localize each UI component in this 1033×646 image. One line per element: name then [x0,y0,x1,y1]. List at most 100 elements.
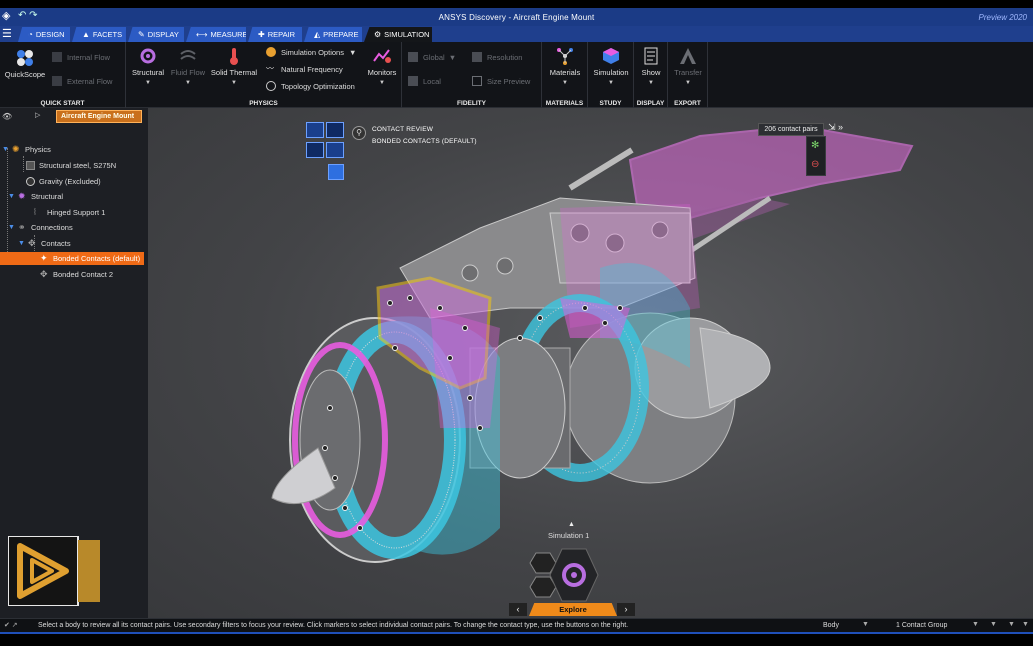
tree-item-material[interactable]: Structural steel, S275N [26,159,116,172]
tree-item-structural[interactable]: ▼ ✹ Structural [8,190,63,203]
external-flow-button[interactable]: External Flow [52,76,112,86]
simulation-options-button[interactable]: Simulation Options ▼ [266,47,356,57]
select-pair-tool-icon[interactable] [326,122,344,138]
simulation-study-button[interactable]: Simulation ▼ [590,46,632,86]
hud-dial[interactable] [528,545,628,605]
status-message: Select a body to review all its contact … [38,622,629,629]
show-button[interactable]: Show ▼ [636,46,666,86]
status-option-3-icon[interactable]: ▼ [1022,621,1029,628]
select-body-tool-icon[interactable] [306,122,324,138]
status-tools-icon[interactable]: ✔ ↗ [4,621,18,629]
tab-repair[interactable]: ✚ Repair [248,27,302,42]
collapse-icon[interactable]: ▼ [8,224,16,231]
size-preview-button[interactable]: Size Preview [472,76,530,86]
structural-button[interactable]: Structural ▼ [128,46,168,86]
expand-arrows-icon[interactable]: ⇲ » [828,122,843,133]
tree-connector [7,148,8,264]
gravity-icon [26,177,35,186]
tab-design[interactable]: ◔ Design [18,27,70,42]
transfer-dropdown-icon[interactable]: ▼ [670,80,706,86]
visibility-eye-icon[interactable]: 👁 [2,112,12,121]
natural-frequency-button[interactable]: 〰 Natural Frequency [266,64,343,74]
contact-group-count[interactable]: 1 Contact Group [896,622,947,629]
collapse-icon[interactable]: ▼ [8,193,16,200]
structural-dropdown-icon[interactable]: ▼ [128,80,168,86]
tab-simulation[interactable]: ⚙ Simulation [364,27,432,42]
group-label-display: Display [636,100,665,107]
bonded-contact-icon: ✦ [40,253,48,263]
window-title: ANSYS Discovery - Aircraft Engine Mount [438,12,595,22]
ribbon: QuickScope Internal Flow External Flow Q… [0,42,1033,108]
tab-display[interactable]: ✎ Display [128,27,184,42]
tree-expand-icon[interactable]: ▷ [35,111,40,119]
tab-measure[interactable]: ⟷ Measure [186,27,246,42]
selection-filter[interactable]: Body [823,622,839,629]
group-dropdown-icon[interactable]: ▼ [972,621,979,628]
filter-tool-icon[interactable] [306,142,324,158]
engine-mount-model[interactable] [148,108,1033,618]
study-dropdown-icon[interactable]: ▼ [590,80,632,86]
tree-item-bonded-contacts-default[interactable]: ✦ Bonded Contacts (default) [0,252,144,265]
monitors-dropdown-icon[interactable]: ▼ [364,80,400,86]
monitors-button[interactable]: Monitors ▼ [364,46,400,86]
show-dropdown-icon[interactable]: ▼ [636,80,666,86]
contact-color-icon[interactable] [328,164,344,180]
repair-icon: ✚ [258,30,265,39]
transfer-button[interactable]: Transfer ▼ [670,46,706,86]
materials-dropdown-icon[interactable]: ▼ [544,80,586,86]
group-materials: Materials ▼ Materials [542,42,588,108]
local-fidelity-button[interactable]: Local [408,76,441,86]
contact-review-label[interactable]: Contact Review [372,126,433,133]
menu-icon[interactable]: ☰ [2,27,12,40]
simulation-options-dropdown-icon[interactable]: ▼ [349,48,356,57]
materials-button[interactable]: Materials ▼ [544,46,586,86]
collapse-icon[interactable]: ▼ [2,146,10,153]
structural-gear-center [571,572,577,578]
tree-item-gravity[interactable]: Gravity (Excluded) [26,175,101,188]
show-icon [644,47,658,65]
global-dropdown-icon[interactable]: ▼ [449,53,456,62]
bonded-type-icon[interactable]: ✻ [811,140,819,151]
collapse-icon[interactable]: ▼ [18,240,26,247]
internal-flow-icon [52,52,62,62]
monitors-icon [373,49,391,63]
explore-button[interactable]: Explore [529,603,617,616]
explore-bar: ‹ Explore › [507,603,639,616]
tree-root[interactable]: Aircraft Engine Mount [56,110,142,123]
topology-optimization-icon [266,81,276,91]
tree-item-hinged-support[interactable]: ⦚ Hinged Support 1 [34,206,105,219]
tab-prepare[interactable]: ◭ Prepare [304,27,362,42]
internal-flow-button[interactable]: Internal Flow [52,52,110,62]
solid-thermal-button[interactable]: Solid Thermal ▼ [208,46,260,86]
tree-item-connections[interactable]: ▼ ⚭ Connections [8,221,73,234]
group-fidelity: Global ▼ Local Resolution Size Preview Fi… [402,42,542,108]
fluid-flow-dropdown-icon[interactable]: ▼ [168,80,208,86]
explore-prev-icon[interactable]: ‹ [509,603,527,616]
tree-item-bonded-contact-2[interactable]: ✥ Bonded Contact 2 [40,268,113,281]
global-fidelity-button[interactable]: Global ▼ [408,52,456,62]
separation-type-icon[interactable]: ⊖ [811,159,819,170]
fluid-flow-button[interactable]: Fluid Flow ▼ [168,46,208,86]
group-study: Simulation ▼ Study [588,42,634,108]
solid-thermal-dropdown-icon[interactable]: ▼ [208,80,260,86]
pick-tool-icon[interactable] [326,142,344,158]
tree-item-physics[interactable]: ▼ ✺ Physics [2,143,51,156]
hud-expand-icon[interactable]: ▲ [568,521,575,528]
quickscope-button[interactable]: QuickScope [4,48,46,79]
status-option-1-icon[interactable]: ▼ [990,621,997,628]
simulation-cube-icon [603,48,619,64]
status-option-2-icon[interactable]: ▼ [1008,621,1015,628]
group-label-materials: Materials [545,100,584,107]
topology-optimization-button[interactable]: Topology Optimization [266,81,355,91]
support-icon: ⦚ [34,207,36,217]
bonded-contacts-label[interactable]: Bonded Contacts (default) [372,138,477,145]
application-window: ◈ ↶ ↷ ANSYS Discovery - Aircraft Engine … [0,8,1033,634]
3d-viewport[interactable] [148,108,1033,618]
contact-side-toolbar: ✻ ⊖ [806,136,826,176]
resolution-button[interactable]: Resolution [472,52,522,62]
explore-next-icon[interactable]: › [617,603,635,616]
selection-dropdown-icon[interactable]: ▼ [862,621,869,628]
contact-review-magnifier-icon[interactable]: ⚲ [352,126,366,140]
tree-item-contacts[interactable]: ▼ ✥ Contacts [18,237,71,250]
tab-facets[interactable]: ▲ Facets [72,27,126,42]
